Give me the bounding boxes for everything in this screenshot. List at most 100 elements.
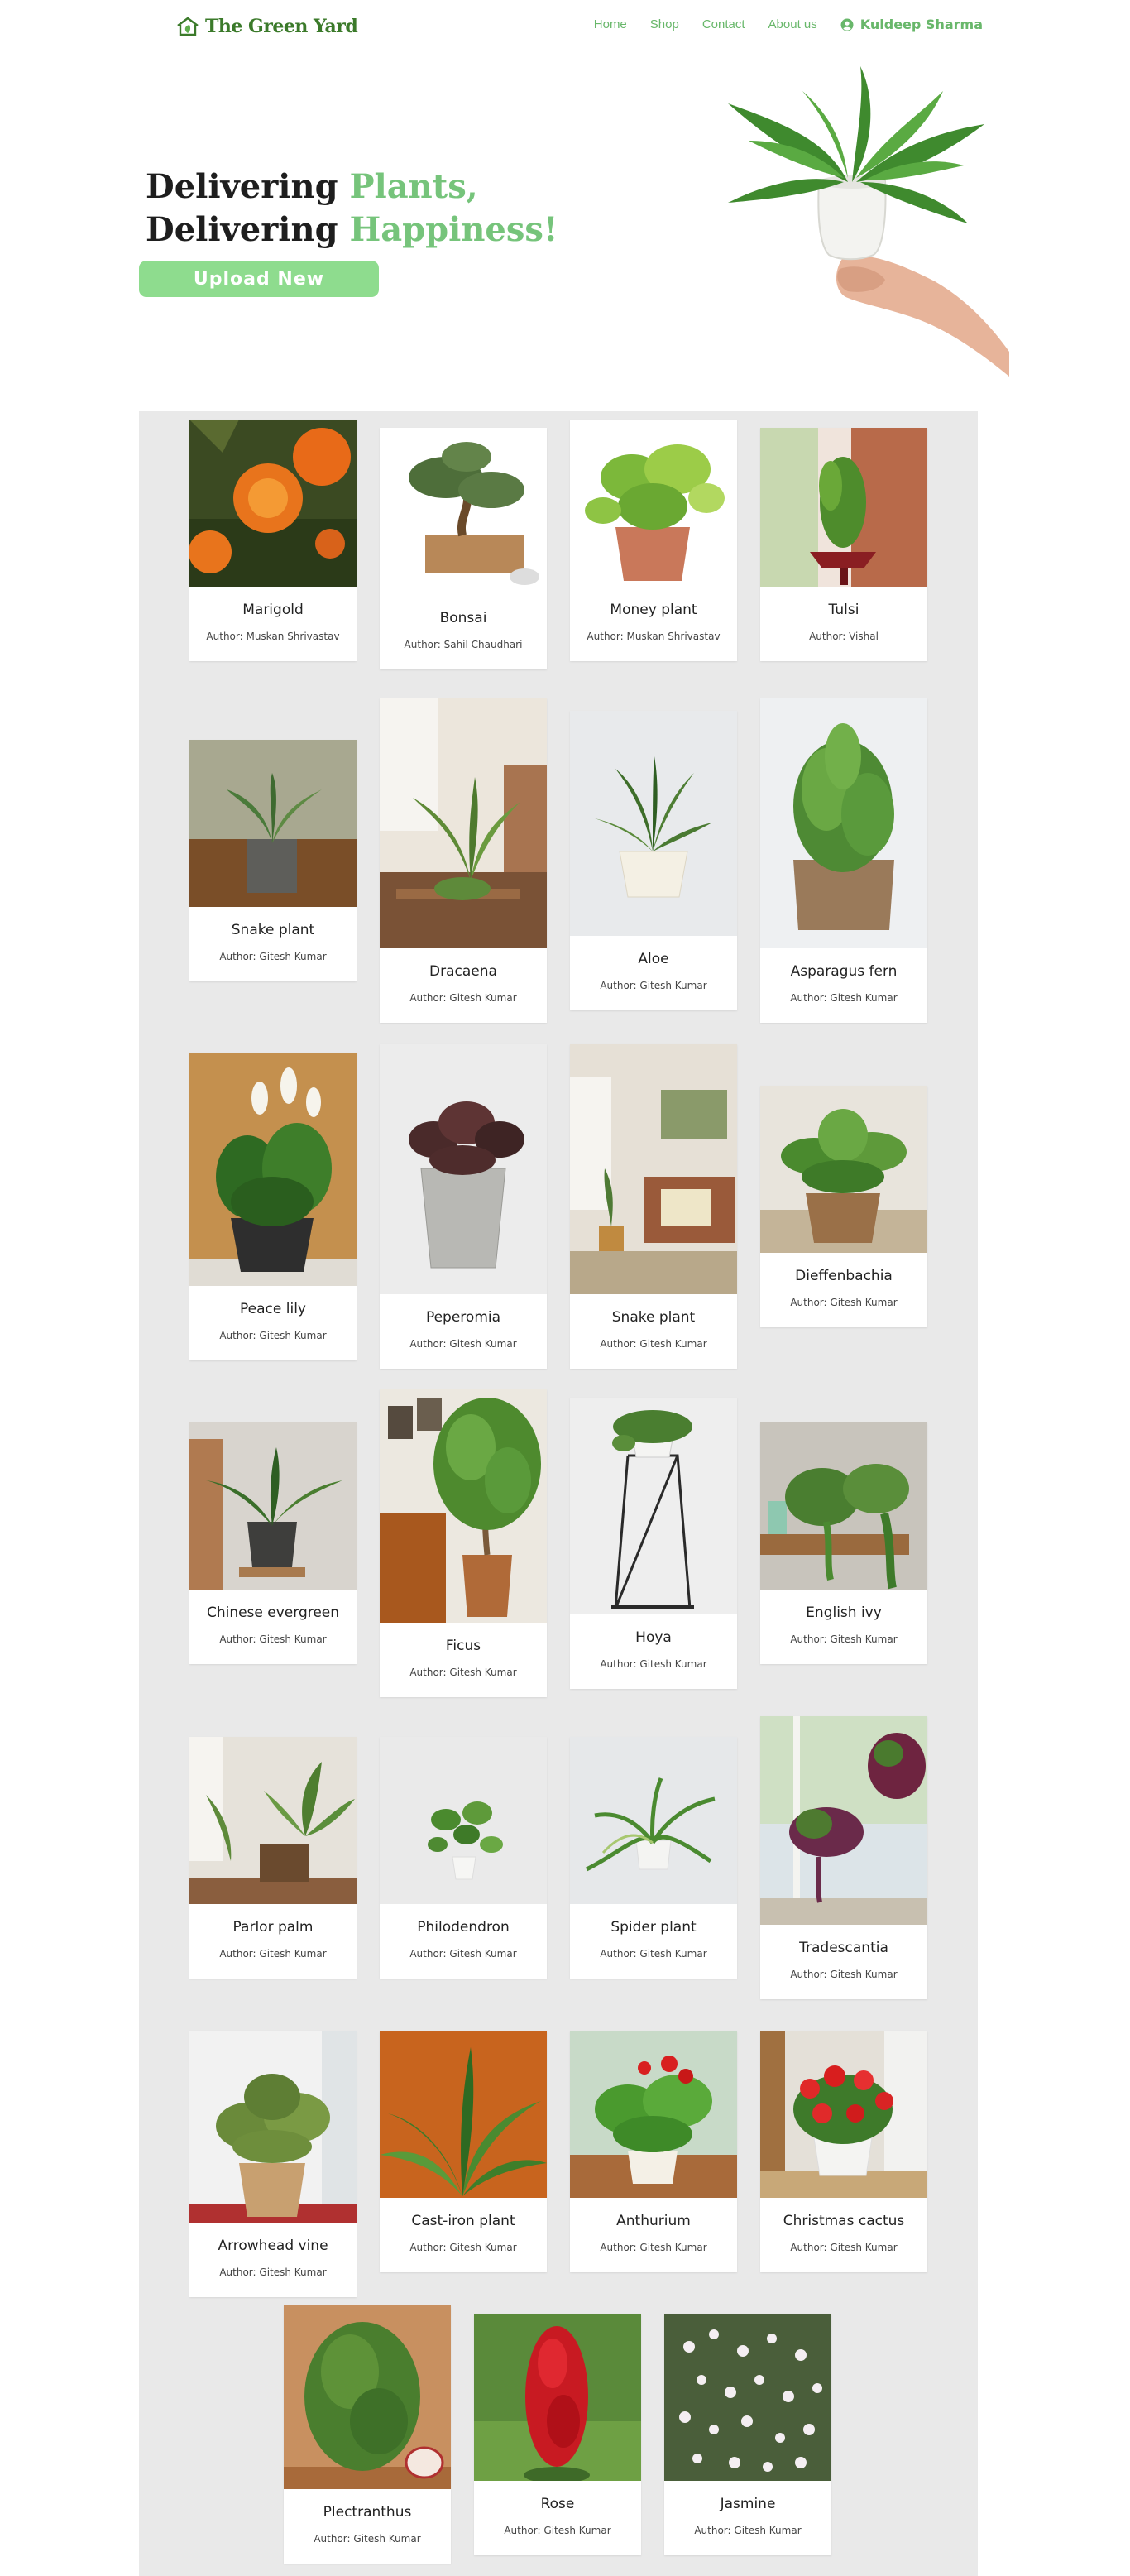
plant-photo xyxy=(189,1737,357,1904)
plant-author: Author: Muskan Shrivastav xyxy=(587,631,721,642)
plant-card-tradescantia[interactable]: Tradescantia Author: Gitesh Kumar xyxy=(760,1716,927,1999)
plant-card-ficus[interactable]: Ficus Author: Gitesh Kumar xyxy=(380,1389,547,1697)
plant-photo xyxy=(189,1053,357,1286)
plant-photo xyxy=(380,428,547,595)
plant-photo xyxy=(760,1716,927,1925)
plant-author: Author: Gitesh Kumar xyxy=(790,1969,898,1980)
hero-heading: Delivering Plants, Delivering Happiness! xyxy=(146,165,558,252)
plant-name: Chinese evergreen xyxy=(206,1605,340,1621)
plant-author: Author: Gitesh Kumar xyxy=(790,1633,898,1645)
plant-author: Author: Gitesh Kumar xyxy=(409,1338,517,1350)
plant-photo xyxy=(760,698,927,948)
plant-name: Arrowhead vine xyxy=(218,2238,328,2254)
plant-name: Peperomia xyxy=(425,1309,501,1326)
plant-card-plectranthus[interactable]: Plectranthus Author: Gitesh Kumar xyxy=(284,2305,451,2564)
plant-photo xyxy=(189,740,357,907)
plant-gallery: Marigold Author: Muskan Shrivastav Bonsa… xyxy=(139,411,978,2576)
plant-card-tulsi[interactable]: Tulsi Author: Vishal xyxy=(760,428,927,661)
plant-photo xyxy=(380,2031,547,2198)
plant-name: Aloe xyxy=(638,951,669,967)
nav-link-shop[interactable]: Shop xyxy=(650,17,679,31)
plant-name: Rose xyxy=(540,2496,575,2512)
plant-card-asparagus-fern[interactable]: Asparagus fern Author: Gitesh Kumar xyxy=(760,698,927,1023)
plant-photo xyxy=(570,1398,737,1614)
plant-card-bonsai[interactable]: Bonsai Author: Sahil Chaudhari xyxy=(380,428,547,669)
upload-new-button[interactable]: Upload New xyxy=(139,261,379,297)
plant-name: Tradescantia xyxy=(799,1940,888,1956)
plant-card-aloe[interactable]: Aloe Author: Gitesh Kumar xyxy=(570,711,737,1010)
plant-photo xyxy=(570,711,737,936)
plant-author: Author: Gitesh Kumar xyxy=(219,951,327,962)
user-name: Kuldeep Sharma xyxy=(859,17,983,32)
plant-card-peperomia[interactable]: Peperomia Author: Gitesh Kumar xyxy=(380,1044,547,1369)
plant-card-christmas-cactus[interactable]: Christmas cactus Author: Gitesh Kumar xyxy=(760,2031,927,2272)
user-menu[interactable]: Kuldeep Sharma xyxy=(840,17,983,32)
plant-card-anthurium[interactable]: Anthurium Author: Gitesh Kumar xyxy=(570,2031,737,2272)
plant-photo xyxy=(284,2305,451,2489)
plant-photo xyxy=(570,1044,737,1294)
plant-photo xyxy=(570,420,737,587)
hero-line1-accent: Plants, xyxy=(349,167,478,206)
plant-card-cast-iron-plant[interactable]: Cast-iron plant Author: Gitesh Kumar xyxy=(380,2031,547,2272)
plant-name: Cast-iron plant xyxy=(411,2213,515,2229)
plant-photo xyxy=(760,1422,927,1590)
plant-author: Author: Gitesh Kumar xyxy=(409,1948,517,1960)
plant-name: Dracaena xyxy=(429,963,497,980)
plant-name: Money plant xyxy=(610,602,697,618)
plant-author: Author: Muskan Shrivastav xyxy=(206,631,340,642)
plant-card-peace-lily[interactable]: Peace lily Author: Gitesh Kumar xyxy=(189,1053,357,1360)
plant-name: Hoya xyxy=(635,1629,672,1646)
plant-card-philodendron[interactable]: Philodendron Author: Gitesh Kumar xyxy=(380,1737,547,1979)
site-logo[interactable]: The Green Yard xyxy=(175,13,358,40)
plant-name: Tulsi xyxy=(828,602,859,618)
plant-author: Author: Gitesh Kumar xyxy=(600,1948,707,1960)
nav-link-home[interactable]: Home xyxy=(594,17,627,31)
nav-link-about-us[interactable]: About us xyxy=(768,17,817,31)
plant-author: Author: Gitesh Kumar xyxy=(314,2533,421,2545)
plant-author: Author: Gitesh Kumar xyxy=(409,2242,517,2253)
plant-name: Asparagus fern xyxy=(790,963,898,980)
plant-card-parlor-palm[interactable]: Parlor palm Author: Gitesh Kumar xyxy=(189,1737,357,1979)
plant-author: Author: Gitesh Kumar xyxy=(790,2242,898,2253)
plant-name: Plectranthus xyxy=(323,2504,412,2521)
plant-photo xyxy=(189,2031,357,2223)
plant-photo xyxy=(380,1737,547,1904)
plant-card-english-ivy[interactable]: English ivy Author: Gitesh Kumar xyxy=(760,1422,927,1664)
plant-photo xyxy=(570,1737,737,1904)
plant-card-dracaena[interactable]: Dracaena Author: Gitesh Kumar xyxy=(380,698,547,1023)
plant-author: Author: Gitesh Kumar xyxy=(600,1338,707,1350)
plant-card-snake-plant[interactable]: Snake plant Author: Gitesh Kumar xyxy=(189,740,357,981)
plant-name: Marigold xyxy=(242,602,304,618)
plant-card-money-plant[interactable]: Money plant Author: Muskan Shrivastav xyxy=(570,420,737,661)
plant-author: Author: Gitesh Kumar xyxy=(790,992,898,1004)
plant-author: Author: Gitesh Kumar xyxy=(219,2267,327,2278)
plant-name: Philodendron xyxy=(417,1919,510,1936)
plant-card-marigold[interactable]: Marigold Author: Muskan Shrivastav xyxy=(189,420,357,661)
plant-card-jasmine[interactable]: Jasmine Author: Gitesh Kumar xyxy=(664,2314,831,2555)
plant-photo xyxy=(664,2314,831,2481)
plant-card-spider-plant[interactable]: Spider plant Author: Gitesh Kumar xyxy=(570,1737,737,1979)
plant-author: Author: Gitesh Kumar xyxy=(600,2242,707,2253)
plant-name: Bonsai xyxy=(439,610,487,626)
plant-name: Jasmine xyxy=(720,2496,776,2512)
plant-card-chinese-evergreen[interactable]: Chinese evergreen Author: Gitesh Kumar xyxy=(189,1422,357,1664)
plant-author: Author: Gitesh Kumar xyxy=(504,2525,611,2536)
plant-card-arrowhead-vine[interactable]: Arrowhead vine Author: Gitesh Kumar xyxy=(189,2031,357,2297)
plant-name: English ivy xyxy=(806,1605,882,1621)
nav-link-contact[interactable]: Contact xyxy=(702,17,745,31)
plant-photo xyxy=(380,1044,547,1294)
plant-card-dieffenbachia[interactable]: Dieffenbachia Author: Gitesh Kumar xyxy=(760,1086,927,1327)
plant-card-rose[interactable]: Rose Author: Gitesh Kumar xyxy=(474,2314,641,2555)
user-circle-icon xyxy=(840,18,854,31)
plant-photo xyxy=(380,698,547,948)
plant-author: Author: Gitesh Kumar xyxy=(409,992,517,1004)
plant-author: Author: Gitesh Kumar xyxy=(600,1658,707,1670)
plant-name: Peace lily xyxy=(240,1301,306,1317)
plant-author: Author: Gitesh Kumar xyxy=(409,1667,517,1678)
house-leaf-icon xyxy=(177,17,199,36)
plant-card-hoya[interactable]: Hoya Author: Gitesh Kumar xyxy=(570,1398,737,1689)
top-navbar: The Green Yard Home Shop Contact About u… xyxy=(0,0,1130,53)
plant-author: Author: Gitesh Kumar xyxy=(694,2525,802,2536)
plant-card-snake-plant-2[interactable]: Snake plant Author: Gitesh Kumar xyxy=(570,1044,737,1369)
plant-photo xyxy=(380,1389,547,1623)
